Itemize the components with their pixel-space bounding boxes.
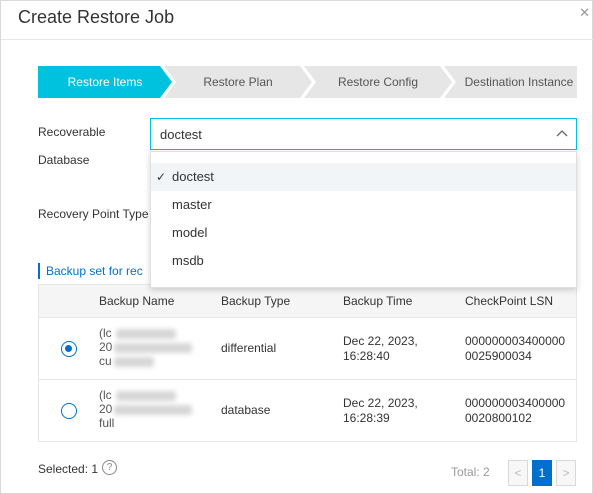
page-1-button[interactable]: 1 (532, 460, 552, 486)
row-select-radio[interactable] (61, 341, 77, 357)
table-row[interactable]: (lc 20 cu differential Dec 22, 2023, 16:… (39, 317, 576, 379)
backup-name-fragment: 20 (99, 340, 113, 354)
checkpoint-lsn-cell-line2: 0025900034 (465, 349, 532, 363)
checkpoint-lsn-cell: 000000003400000 (465, 334, 566, 348)
backup-time-cell-line2: 16:28:39 (343, 411, 390, 425)
dropdown-option-msdb[interactable]: msdb (151, 247, 576, 275)
column-backup-name: Backup Name (99, 294, 175, 308)
table-row[interactable]: (lc 20 full database Dec 22, 2023, 16:28… (39, 379, 576, 441)
backup-name-fragment: (lc (99, 388, 112, 402)
option-label: doctest (172, 169, 214, 184)
column-backup-type: Backup Type (221, 294, 291, 308)
backup-name-cell: (lc 20 full (99, 388, 204, 430)
prev-page-button[interactable]: < (508, 460, 528, 486)
create-restore-job-dialog: Create Restore Job ✕ Restore Items Resto… (0, 0, 593, 494)
backup-name-fragment: (lc (99, 326, 112, 340)
row-select-radio[interactable] (61, 403, 77, 419)
option-label: msdb (172, 253, 204, 268)
wizard-steps: Restore Items Restore Plan Restore Confi… (38, 66, 577, 98)
dialog-title: Create Restore Job (18, 7, 175, 27)
step-label: Restore Items (67, 75, 143, 89)
checkpoint-lsn-cell: 000000003400000 (465, 396, 566, 410)
table-header: Backup Name Backup Type Backup Time Chec… (39, 285, 576, 317)
dropdown-option-model[interactable]: model (151, 219, 576, 247)
chevron-up-icon (556, 130, 568, 137)
backup-time-cell: Dec 22, 2023, (343, 334, 418, 348)
step-restore-plan[interactable]: Restore Plan (164, 66, 312, 98)
backup-name-fragment: 20 (99, 402, 113, 416)
backup-set-table: Backup Name Backup Type Backup Time Chec… (38, 284, 577, 442)
dropdown-option-master[interactable]: master (151, 191, 576, 219)
help-icon[interactable]: ? (102, 460, 117, 475)
check-icon: ✓ (156, 170, 167, 184)
backup-type-cell: database (221, 403, 271, 417)
step-destination-instance[interactable]: Destination Instance (444, 66, 577, 98)
backup-time-cell: Dec 22, 2023, (343, 396, 418, 410)
database-select-value: doctest (160, 127, 202, 142)
backup-name-cell: (lc 20 cu (99, 326, 204, 368)
dropdown-option-doctest[interactable]: ✓ doctest (151, 163, 576, 191)
backup-name-fragment: cu (99, 354, 112, 368)
total-count: Total: 2 (451, 465, 490, 479)
step-restore-config[interactable]: Restore Config (304, 66, 452, 98)
database-select[interactable]: doctest (150, 118, 577, 150)
step-label: Destination Instance (464, 75, 574, 89)
backup-set-section-title: Backup set for rec (38, 263, 143, 279)
backup-name-fragment: full (99, 416, 115, 430)
database-dropdown-menu: ✓ doctest master model msdb (150, 151, 577, 288)
selected-count: Selected: 1 (38, 462, 99, 476)
option-label: master (172, 197, 212, 212)
backup-time-cell-line2: 16:28:40 (343, 349, 390, 363)
column-checkpoint-lsn: CheckPoint LSN (465, 294, 554, 308)
step-label: Restore Config (337, 75, 419, 89)
step-restore-items[interactable]: Restore Items (38, 66, 172, 98)
column-backup-time: Backup Time (343, 294, 413, 308)
step-label: Restore Plan (203, 75, 273, 89)
title-divider (1, 39, 593, 40)
next-page-button[interactable]: > (556, 460, 576, 486)
recoverable-database-label-line2: Database (38, 153, 90, 167)
recovery-point-type-label: Recovery Point Type (38, 207, 149, 221)
option-label: model (172, 225, 208, 240)
backup-type-cell: differential (221, 341, 277, 355)
recoverable-database-label: Recoverable (38, 125, 106, 139)
close-icon[interactable]: ✕ (578, 3, 590, 23)
checkpoint-lsn-cell-line2: 0020800102 (465, 411, 532, 425)
